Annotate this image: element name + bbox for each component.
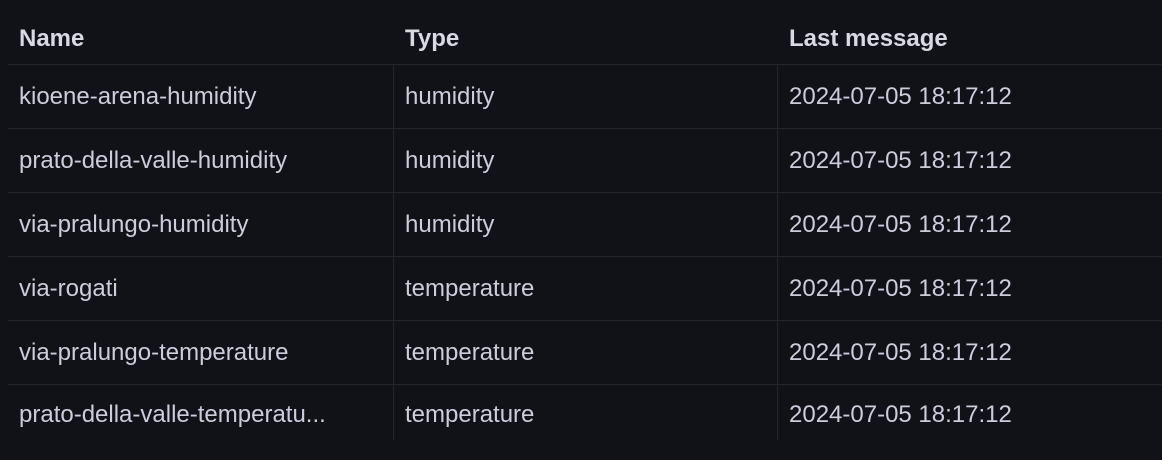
cell-name: via-pralungo-humidity (19, 211, 249, 238)
column-header-last-message[interactable]: Last message (777, 0, 1161, 64)
cell-name: via-pralungo-temperature (19, 339, 289, 366)
cell-name: kioene-arena-humidity (19, 83, 257, 110)
table-header-row: Name Type Last message (8, 0, 1162, 64)
cell-type: humidity (393, 193, 777, 256)
cell-type: humidity (393, 129, 777, 192)
cell-type: temperature (393, 321, 777, 384)
sensor-table: Name Type Last message kioene-arena-humi… (8, 0, 1162, 440)
column-header-name[interactable]: Name (8, 0, 393, 64)
table-row[interactable]: prato-della-valle-humidity humidity 2024… (8, 128, 1162, 192)
table-row[interactable]: prato-della-valle-temperatu... temperatu… (8, 384, 1162, 440)
cell-name: prato-della-valle-humidity (19, 147, 288, 174)
cell-last-message: 2024-07-05 18:17:12 (777, 193, 1161, 256)
cell-type: temperature (393, 257, 777, 320)
cell-last-message: 2024-07-05 18:17:12 (777, 129, 1161, 192)
cell-last-message: 2024-07-05 18:17:12 (777, 321, 1161, 384)
cell-last-message: 2024-07-05 18:17:12 (777, 65, 1161, 128)
table-row[interactable]: kioene-arena-humidity humidity 2024-07-0… (8, 64, 1162, 128)
table-row[interactable]: via-pralungo-humidity humidity 2024-07-0… (8, 192, 1162, 256)
cell-last-message: 2024-07-05 18:17:12 (777, 385, 1161, 440)
table-row[interactable]: via-rogati temperature 2024-07-05 18:17:… (8, 256, 1162, 320)
cell-last-message: 2024-07-05 18:17:12 (777, 257, 1161, 320)
cell-name: via-rogati (19, 275, 118, 302)
cell-name: prato-della-valle-temperatu... (19, 401, 326, 428)
column-header-type[interactable]: Type (393, 0, 777, 64)
cell-type: temperature (393, 385, 777, 440)
table-row[interactable]: via-pralungo-temperature temperature 202… (8, 320, 1162, 384)
cell-type: humidity (393, 65, 777, 128)
